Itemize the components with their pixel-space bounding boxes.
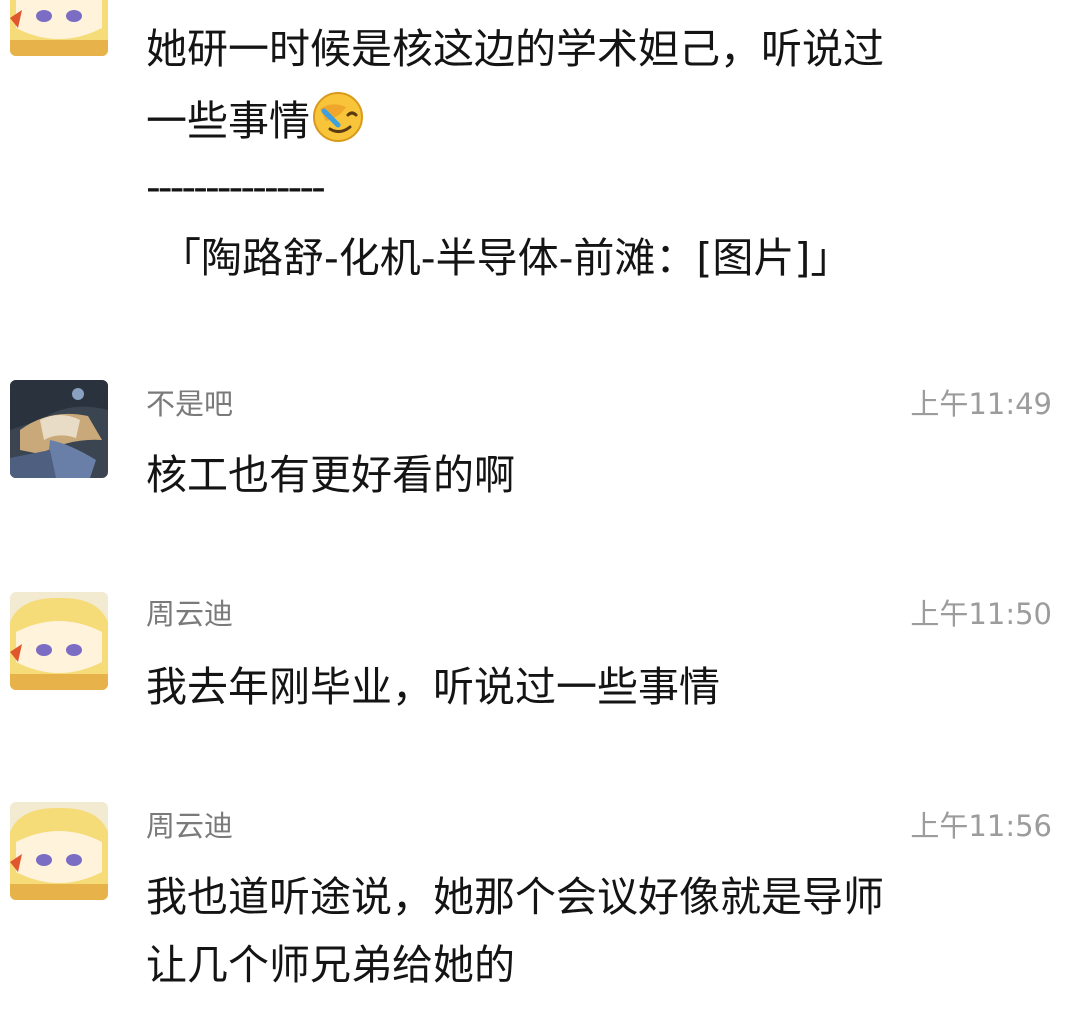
anime-blonde-avatar-icon bbox=[10, 0, 108, 56]
message-text: 核工也有更好看的啊 bbox=[146, 440, 515, 510]
message-item: 她研一时候是核这边的学术妲己，听说过 一些事情 --------------- … bbox=[0, 0, 1080, 330]
timestamp: 上午11:56 bbox=[910, 809, 1052, 843]
message-item: 不是吧 上午11:49 核工也有更好看的啊 bbox=[0, 378, 1080, 538]
message-item: 周云迪 上午11:50 我去年刚毕业，听说过一些事情 bbox=[0, 590, 1080, 750]
message-line: 她研一时候是核这边的学术妲己，听说过 bbox=[146, 25, 884, 73]
message-line: 核工也有更好看的啊 bbox=[146, 451, 515, 499]
anime-sleeping-avatar-icon bbox=[10, 380, 108, 478]
facepalm-crying-emoji-icon bbox=[312, 91, 364, 143]
quoted-message[interactable]: 「陶路舒-化机-半导体-前滩：[图片]」 bbox=[160, 226, 851, 290]
message-line: 我也道听途说，她那个会议好像就是导师 bbox=[146, 873, 884, 921]
message-text: 一些事情 bbox=[146, 86, 364, 156]
message-text: 她研一时候是核这边的学术妲己，听说过 bbox=[146, 14, 884, 84]
author-name[interactable]: 不是吧 bbox=[146, 386, 233, 422]
quote-divider: --------------- bbox=[146, 163, 326, 211]
timestamp: 上午11:49 bbox=[910, 387, 1052, 421]
avatar[interactable] bbox=[10, 0, 108, 56]
author-name[interactable]: 周云迪 bbox=[146, 808, 233, 844]
timestamp: 上午11:50 bbox=[910, 597, 1052, 631]
message-line: 一些事情 bbox=[146, 97, 310, 145]
message-text: 我也道听途说，她那个会议好像就是导师 bbox=[146, 862, 884, 932]
author-name[interactable]: 周云迪 bbox=[146, 596, 233, 632]
avatar[interactable] bbox=[10, 802, 108, 900]
anime-blonde-avatar-icon bbox=[10, 802, 108, 900]
message-item: 周云迪 上午11:56 我也道听途说，她那个会议好像就是导师 让几个师兄弟给她的 bbox=[0, 802, 1080, 1032]
avatar[interactable] bbox=[10, 380, 108, 478]
message-line: 我去年刚毕业，听说过一些事情 bbox=[146, 663, 720, 711]
anime-blonde-avatar-icon bbox=[10, 592, 108, 690]
message-text: 我去年刚毕业，听说过一些事情 bbox=[146, 652, 720, 722]
avatar[interactable] bbox=[10, 592, 108, 690]
message-line: 让几个师兄弟给她的 bbox=[146, 941, 515, 989]
message-text: 让几个师兄弟给她的 bbox=[146, 930, 515, 1000]
